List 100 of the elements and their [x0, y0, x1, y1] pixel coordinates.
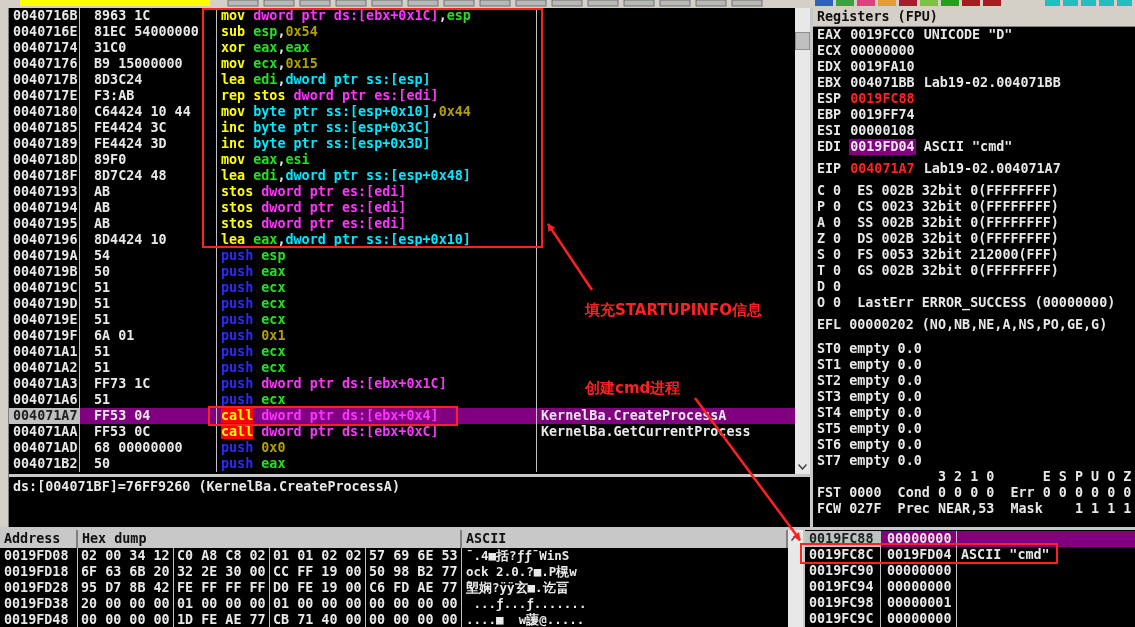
comment-cell: ASCII "cmd": [961, 547, 1050, 562]
hex-cell: C64424 10 44: [80, 104, 217, 120]
register-value[interactable]: 0019FA10: [849, 59, 916, 75]
hex-cell: 8D7C24 48: [80, 168, 217, 184]
instruction-cell: push ecx: [217, 280, 537, 296]
hex-cell: D0 FE 19 00: [270, 580, 366, 596]
scrollbar[interactable]: [795, 8, 810, 474]
register-value[interactable]: 004071BB: [849, 75, 916, 91]
ascii-cell-text: ˉ.4■括?ƒƒˉWinS: [465, 548, 570, 564]
register-name: EIP: [817, 161, 842, 177]
address-cell: 00407180: [9, 104, 80, 120]
register-line: A 0 SS 002B 32bit 0(FFFFFFFF): [817, 215, 1059, 231]
register-line: ST7 empty 0.0: [817, 453, 922, 469]
address-cell: 0019FC94: [805, 579, 881, 595]
scroll-down-icon[interactable]: [798, 464, 807, 470]
hex-cell: AB: [80, 200, 217, 216]
instruction-cell: push ecx: [217, 360, 537, 376]
register-value[interactable]: 0019FD04: [849, 139, 916, 155]
instruction-cell: lea edi,dword ptr ss:[esp+0x48]: [217, 168, 537, 184]
address-cell: 0019FC9C: [805, 611, 881, 627]
hex-cell: FE4424 3D: [80, 136, 217, 152]
ascii-cell-text: 塱娴?ÿÿ玄■.讫畐: [465, 580, 569, 596]
hex-cell: 57 69 6E 53: [366, 548, 462, 564]
register-line: ST0 empty 0.0: [817, 341, 922, 357]
instruction-cell: stos dword ptr es:[edi]: [217, 184, 537, 200]
register-line: ST1 empty 0.0: [817, 357, 922, 373]
instruction-cell: push 0x0: [217, 440, 537, 456]
hex-cell: CB 71 40 00: [270, 612, 366, 627]
scroll-up-icon[interactable]: [791, 535, 800, 541]
register-line: ST2 empty 0.0: [817, 373, 922, 389]
hex-cell: 01 01 02 02: [270, 548, 366, 564]
hex-cell: C0 A8 C8 02: [174, 548, 270, 564]
scroll-thumb[interactable]: [795, 32, 810, 50]
hex-cell: CC FF 19 00: [270, 564, 366, 580]
register-line: FCW 027F Prec NEAR,53 Mask 1 1 1 1: [817, 501, 1132, 517]
value-cell: 00000001: [881, 595, 957, 611]
instruction-cell: push ecx: [217, 344, 537, 360]
address-cell: 0040717B: [9, 72, 80, 88]
instruction-cell: push ecx: [217, 296, 537, 312]
register-value[interactable]: 0019FF74: [849, 107, 916, 123]
hex-cell: 8D4424 10: [80, 232, 217, 248]
address-cell: 0019FD18: [0, 564, 78, 580]
register-name: EBX: [817, 75, 842, 91]
address-cell: 0040716E: [9, 24, 80, 40]
annotation-label: 创建cmd进程: [585, 379, 681, 398]
value-cell: 00000000: [881, 579, 957, 595]
address-cell: 0040719C: [9, 280, 80, 296]
address-cell: 004071B2: [9, 456, 80, 472]
address-cell: 00407174: [9, 40, 80, 56]
instruction-cell: mov ecx,0x15: [217, 56, 537, 72]
register-value[interactable]: 00000000: [849, 43, 916, 59]
address-cell: 0019FD28: [0, 580, 78, 596]
hex-cell: 01 00 00 00: [270, 596, 366, 612]
scrollbar[interactable]: [788, 530, 805, 627]
column-header[interactable]: Address: [0, 530, 78, 548]
register-value[interactable]: 00000108: [849, 123, 916, 139]
hex-cell: FE4424 3C: [80, 120, 217, 136]
register-line: O 0 LastErr ERROR_SUCCESS (00000000): [817, 295, 1116, 311]
register-comment: ASCII "cmd": [923, 139, 1013, 155]
instruction-cell: mov byte ptr ss:[esp+0x10],0x44: [217, 104, 537, 120]
instruction-cell: push dword ptr ds:[ebx+0x1C]: [217, 376, 537, 392]
register-line: 3 2 1 0 E S P U O Z: [936, 469, 1132, 485]
column-header[interactable]: Hex dump: [78, 530, 462, 548]
register-comment: Lab19-02.004071BB: [923, 75, 1061, 91]
address-cell: 00407189: [9, 136, 80, 152]
instruction-cell: push eax: [217, 456, 537, 472]
ascii-cell-text: ...ƒ...ƒ.......: [472, 596, 587, 612]
instruction-cell: push ecx: [217, 312, 537, 328]
address-cell: 004071A1: [9, 344, 80, 360]
register-comment: Lab19-02.004071A7: [923, 161, 1061, 177]
register-value[interactable]: 004071A7: [849, 161, 916, 177]
address-cell: 0040719F: [9, 328, 80, 344]
value-cell: 00000000: [881, 611, 957, 627]
register-value[interactable]: 0019FC88: [849, 91, 916, 107]
instruction-cell: inc byte ptr ss:[esp+0x3C]: [217, 120, 537, 136]
register-line: ST4 empty 0.0: [817, 405, 922, 421]
register-line: ST6 empty 0.0: [817, 437, 922, 453]
hex-cell: 01 00 00 00: [174, 596, 270, 612]
address-cell: 0019FD48: [0, 612, 78, 627]
address-cell: 0019FC90: [805, 563, 881, 579]
hex-cell: 50: [80, 264, 217, 280]
instruction-cell: mov eax,esi: [217, 152, 537, 168]
hex-cell: FF73 1C: [80, 376, 217, 392]
hex-cell: AB: [80, 184, 217, 200]
register-line: C 0 ES 002B 32bit 0(FFFFFFFF): [817, 183, 1059, 199]
comment-cell: KernelBa.CreateProcessA: [541, 408, 727, 423]
hex-cell: AB: [80, 216, 217, 232]
address-cell: 00407193: [9, 184, 80, 200]
panel-title: Registers (FPU): [813, 8, 1135, 27]
register-value[interactable]: 0019FCC0: [849, 27, 916, 43]
register-line: S 0 FS 0053 32bit 212000(FFF): [817, 247, 1059, 263]
instruction-cell: push eax: [217, 264, 537, 280]
hex-cell: 51: [80, 360, 217, 376]
register-line: ST3 empty 0.0: [817, 389, 922, 405]
register-line: P 0 CS 0023 32bit 0(FFFFFFFF): [817, 199, 1059, 215]
info-line: ds:[004071BF]=76FF9260 (KernelBa.CreateProcessA): [13, 479, 400, 494]
address-cell: 0040717E: [9, 88, 80, 104]
pointer-arrow: [546, 223, 594, 291]
register-name: ECX: [817, 43, 842, 59]
hex-cell: 8D3C24: [80, 72, 217, 88]
